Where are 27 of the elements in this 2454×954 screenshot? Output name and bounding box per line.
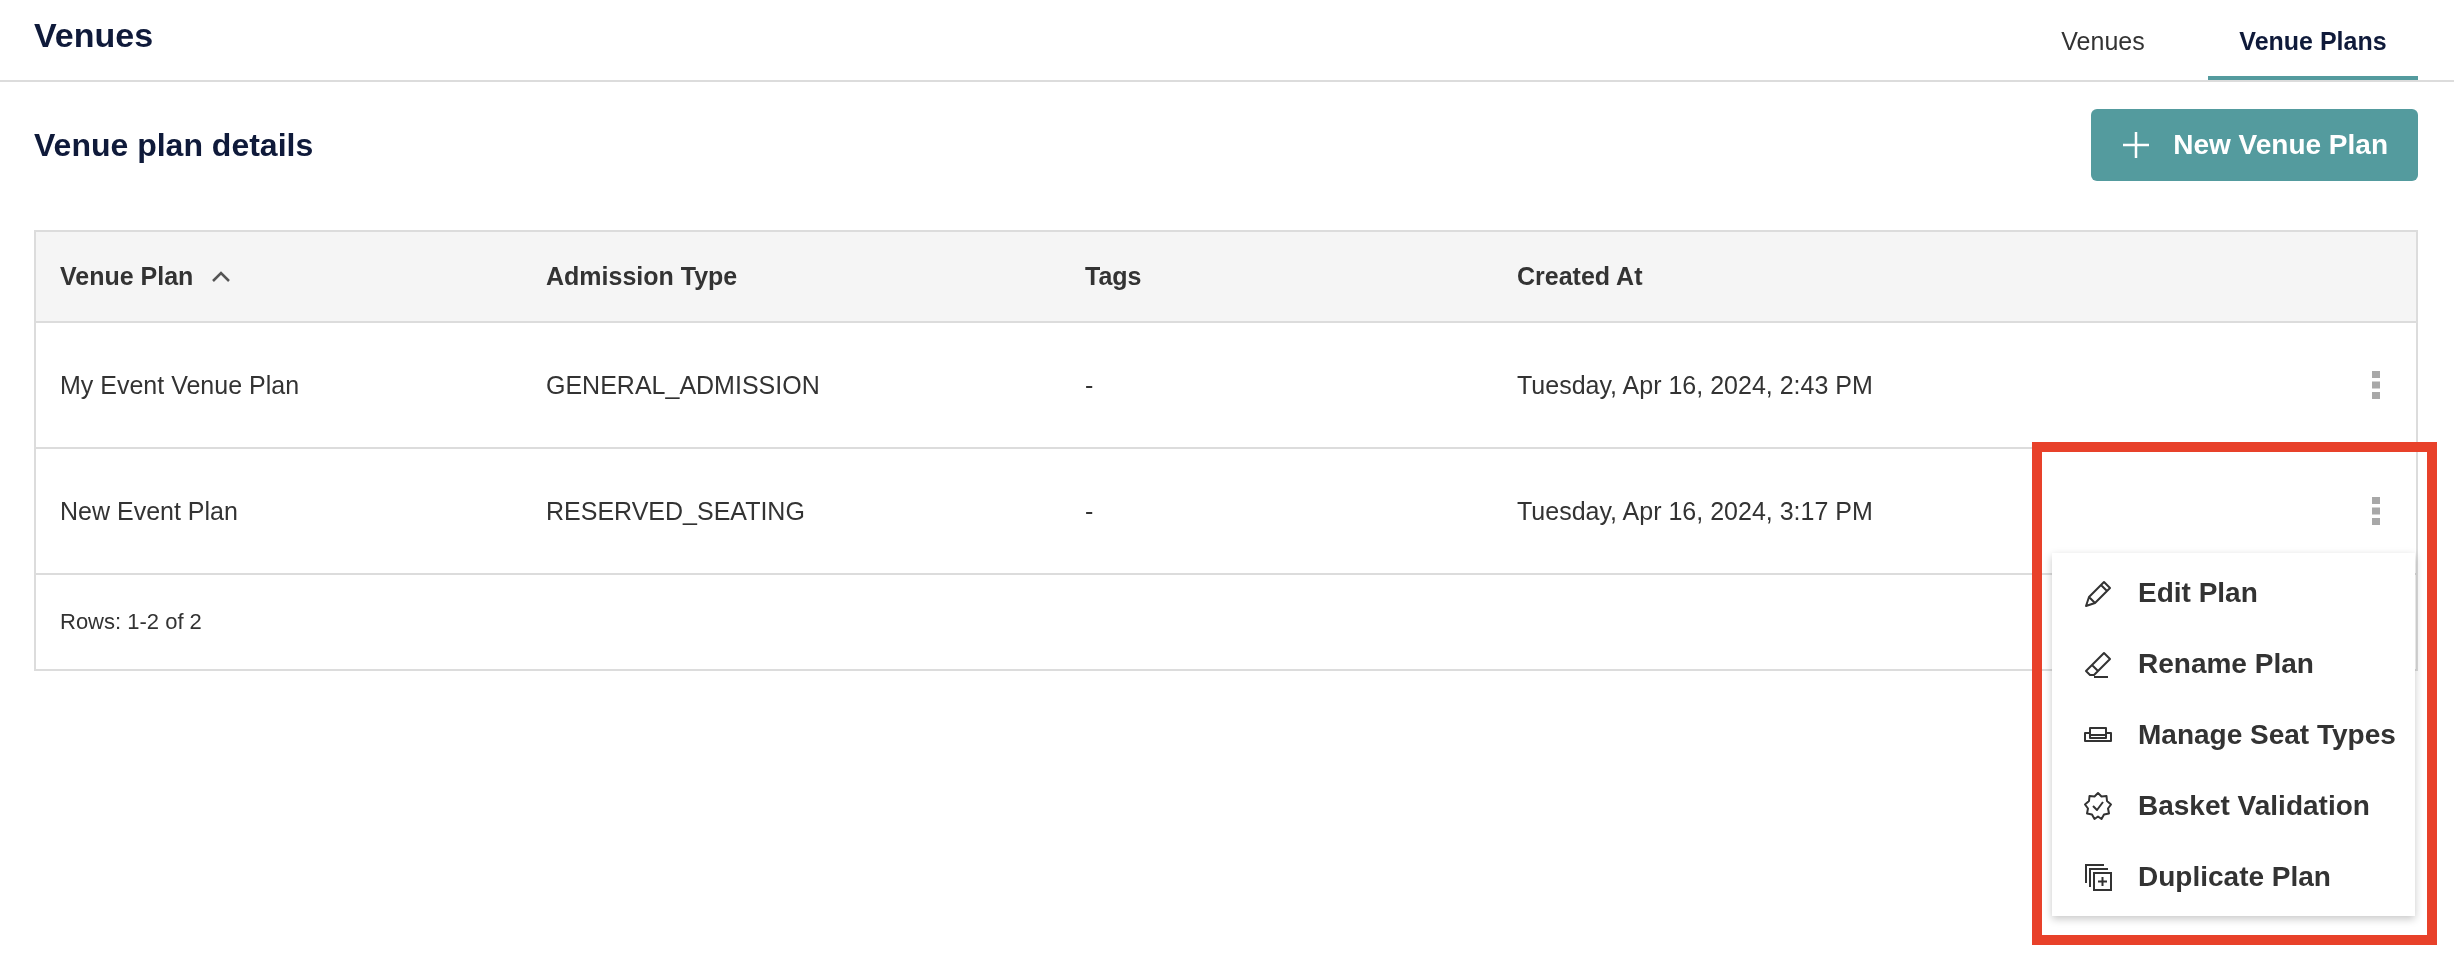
plus-icon [2121, 130, 2152, 160]
page-title: Venues [34, 16, 154, 55]
table-cell: Tuesday, Apr 16, 2024, 3:17 PM [1517, 496, 1873, 525]
menu-item[interactable]: Duplicate Plan [2052, 841, 2415, 912]
menu-item[interactable]: Edit Plan [2052, 557, 2415, 628]
table-cell: - [1085, 370, 1094, 399]
table-cell: - [1085, 496, 1094, 525]
more-options-icon[interactable] [2371, 497, 2381, 525]
section-title: Venue plan details [34, 126, 314, 164]
column-header[interactable]: Venue Plan [60, 262, 194, 291]
column-header[interactable]: Admission Type [546, 262, 738, 291]
table-cell: My Event Venue Plan [60, 370, 300, 399]
table-cell: New Event Plan [60, 496, 238, 525]
column-header[interactable]: Created At [1517, 262, 1643, 291]
tab[interactable]: Venue Plans [2208, 0, 2418, 80]
sort-up-icon[interactable] [211, 270, 232, 283]
table-cell: GENERAL_ADMISSION [546, 370, 820, 399]
table-cell: RESERVED_SEATING [546, 496, 805, 525]
badge-check-icon [2082, 789, 2114, 822]
menu-item[interactable]: Rename Plan [2052, 628, 2415, 699]
more-options-icon[interactable] [2371, 371, 2381, 399]
menu-item[interactable]: Basket Validation [2052, 770, 2415, 841]
table-cell: Tuesday, Apr 16, 2024, 2:43 PM [1517, 370, 1873, 399]
tab[interactable]: Venues [1998, 0, 2208, 80]
row-count: Rows: 1-2 of 2 [60, 609, 202, 635]
menu-item[interactable]: Manage Seat Types [2052, 699, 2415, 770]
column-header[interactable]: Tags [1085, 262, 1142, 291]
